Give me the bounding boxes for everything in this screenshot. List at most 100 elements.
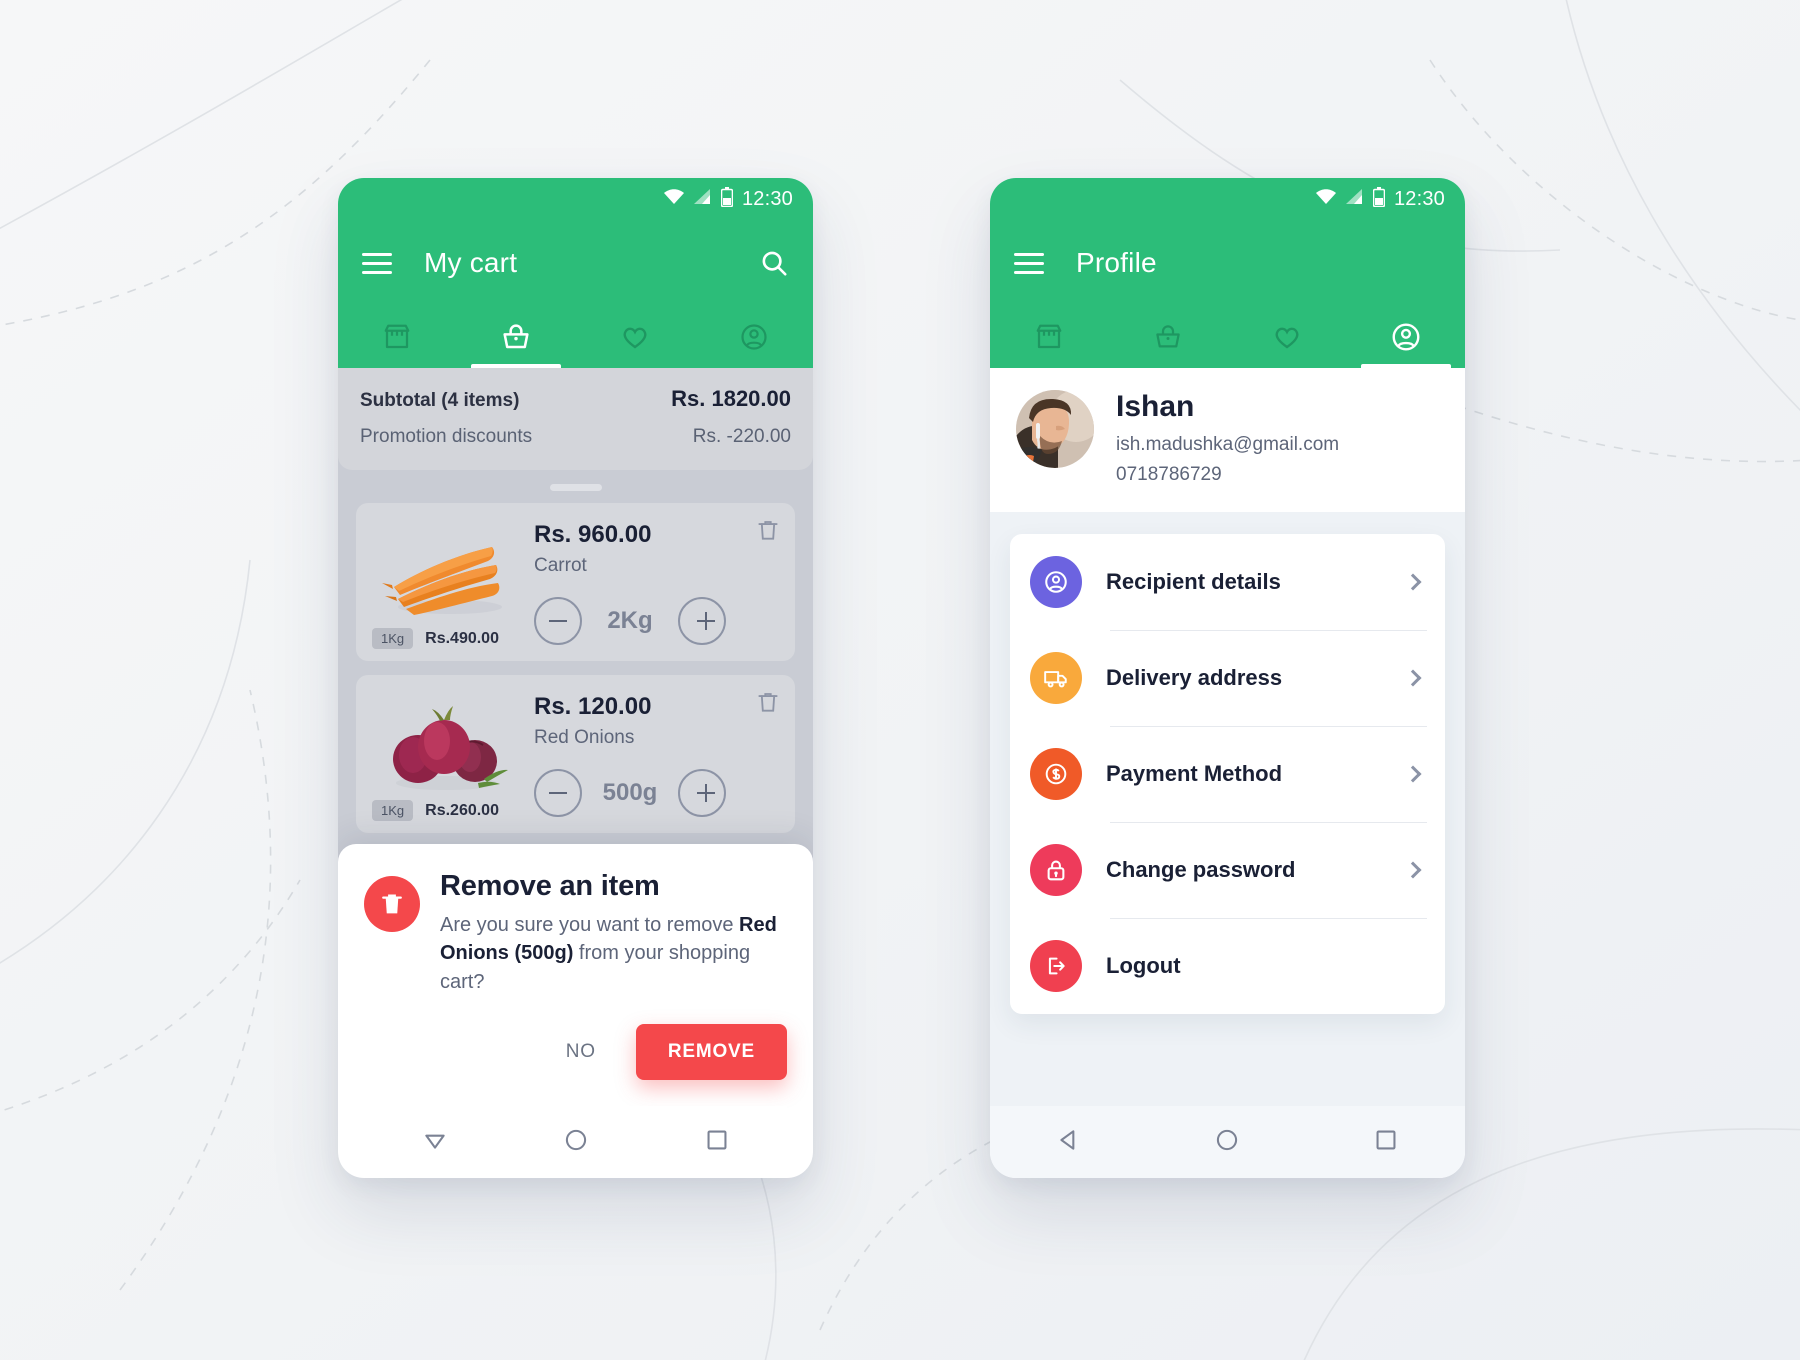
account-icon [739, 322, 769, 352]
decrease-quantity-button[interactable] [534, 769, 582, 817]
menu-item-change-password[interactable]: Change password [1010, 822, 1445, 918]
cart-tab-bar [338, 306, 813, 368]
home-button[interactable] [1192, 1127, 1262, 1158]
tab-store[interactable] [338, 306, 457, 368]
quantity-value: 500g [602, 779, 658, 806]
unit-badge: 1Kg [372, 800, 414, 821]
carrot-image [382, 547, 502, 615]
decrease-quantity-button[interactable] [534, 597, 582, 645]
tab-cart[interactable] [1109, 306, 1228, 368]
dialog-actions: NO REMOVE [364, 996, 787, 1106]
hamburger-icon[interactable] [1014, 252, 1044, 274]
cart-item-list: 1Kg Rs.490.00 Rs. 960.00 Carrot 2Kg 1Kg … [338, 491, 813, 833]
trash-icon [364, 875, 420, 932]
tab-cart[interactable] [457, 306, 576, 368]
cart-phone: 12:30 My cart Subtotal (4 items) Rs. 182… [338, 178, 813, 1178]
increase-quantity-button[interactable] [678, 597, 726, 645]
item-unit-info: 1Kg Rs.490.00 [372, 628, 499, 649]
back-button[interactable] [400, 1127, 470, 1158]
back-button[interactable] [1034, 1127, 1104, 1158]
table-row[interactable]: 1Kg Rs.490.00 Rs. 960.00 Carrot 2Kg [356, 503, 795, 661]
home-button[interactable] [541, 1127, 611, 1158]
item-thumbnail-wrap: 1Kg Rs.490.00 [356, 503, 534, 661]
chevron-right-icon [1404, 765, 1422, 783]
increase-quantity-button[interactable] [678, 769, 726, 817]
profile-android-navbar [990, 1106, 1465, 1178]
tab-profile[interactable] [694, 306, 813, 368]
page-title: My cart [424, 247, 518, 278]
tab-favourites[interactable] [576, 306, 695, 368]
quantity-stepper: 2Kg [534, 597, 726, 645]
table-row[interactable]: 1Kg Rs.260.00 Rs. 120.00 Red Onions 500g [356, 675, 795, 833]
quantity-value: 2Kg [607, 607, 653, 634]
remove-button[interactable]: REMOVE [635, 1024, 787, 1080]
truck-icon [1030, 652, 1082, 704]
circle-icon [1214, 1127, 1240, 1158]
menu-item-logout[interactable]: Logout [1010, 918, 1445, 1014]
recents-button[interactable] [682, 1127, 752, 1158]
user-name: Ishan [1116, 390, 1195, 423]
profile-status-bar: 12:30 [990, 178, 1465, 220]
tab-store[interactable] [990, 306, 1109, 368]
profile-user-info: Ishan ish.madushka@gmail.com 0718786729 [1116, 390, 1339, 486]
profile-phone: 12:30 Profile Ishan ish.madushka@gmail.c… [990, 178, 1465, 1178]
profile-app-bar: Profile [990, 220, 1465, 306]
menu-item-delivery-address[interactable]: Delivery address [1010, 630, 1445, 726]
dialog-message-before: Are you sure you want to remove [440, 913, 740, 936]
cart-content: Subtotal (4 items) Rs. 1820.00 Promotion… [338, 368, 813, 1178]
signal-icon [1345, 188, 1364, 210]
menu-item-label: Change password [1106, 857, 1296, 882]
background-decoration [0, 0, 1800, 1360]
search-icon[interactable] [759, 248, 789, 278]
basket-icon [500, 321, 532, 353]
divider [1110, 726, 1427, 727]
user-phone: 0718786729 [1116, 464, 1222, 485]
discount-value: Rs. -220.00 [692, 426, 791, 447]
lock-icon [1030, 844, 1082, 896]
hamburger-icon[interactable] [362, 252, 392, 274]
subtotal-label: Subtotal (4 items) [360, 390, 520, 411]
clock: 12:30 [741, 187, 793, 210]
remove-item-dialog: Remove an item Are you sure you want to … [338, 843, 813, 1178]
menu-item-label: Delivery address [1106, 665, 1283, 690]
item-name: Carrot [534, 555, 587, 576]
clock: 12:30 [1393, 187, 1445, 210]
menu-item-recipient-details[interactable]: Recipient details [1010, 534, 1445, 630]
dollar-coin-icon [1030, 748, 1082, 800]
delete-item-button[interactable] [755, 517, 781, 548]
wifi-icon [663, 188, 685, 210]
sheet-drag-handle[interactable] [549, 484, 602, 491]
tab-profile[interactable] [1346, 306, 1465, 368]
item-name: Red Onions [534, 727, 635, 748]
chevron-right-icon [1404, 861, 1422, 879]
store-icon [1034, 322, 1064, 352]
heart-icon [620, 322, 650, 352]
unit-price: Rs.260.00 [425, 801, 499, 819]
account-circle-icon [1030, 556, 1082, 608]
recents-button[interactable] [1351, 1127, 1421, 1158]
profile-tab-bar [990, 306, 1465, 368]
circle-icon [563, 1127, 589, 1158]
basket-icon [1153, 322, 1183, 352]
delete-item-button[interactable] [755, 689, 781, 720]
tab-favourites[interactable] [1228, 306, 1347, 368]
divider [1110, 630, 1427, 631]
dialog-body: Remove an item Are you sure you want to … [364, 870, 787, 996]
subtotal-value: Rs. 1820.00 [671, 386, 791, 411]
battery-icon [720, 186, 734, 212]
menu-item-payment-method[interactable]: Payment Method [1010, 726, 1445, 822]
cart-android-navbar [364, 1106, 787, 1178]
item-details: Rs. 120.00 Red Onions 500g [534, 675, 795, 833]
page-title: Profile [1076, 247, 1157, 278]
unit-price: Rs.490.00 [425, 629, 499, 647]
square-icon [1373, 1127, 1399, 1158]
avatar [1016, 390, 1094, 468]
red-onions-image [393, 706, 508, 790]
battery-icon [1372, 186, 1386, 212]
profile-menu-card: Recipient details Delivery address Payme… [1010, 534, 1445, 1014]
heart-icon [1272, 322, 1302, 352]
triangle-down-icon [422, 1127, 448, 1158]
item-price: Rs. 960.00 [534, 521, 652, 548]
cancel-button[interactable]: NO [552, 1031, 610, 1073]
divider [1110, 918, 1427, 919]
